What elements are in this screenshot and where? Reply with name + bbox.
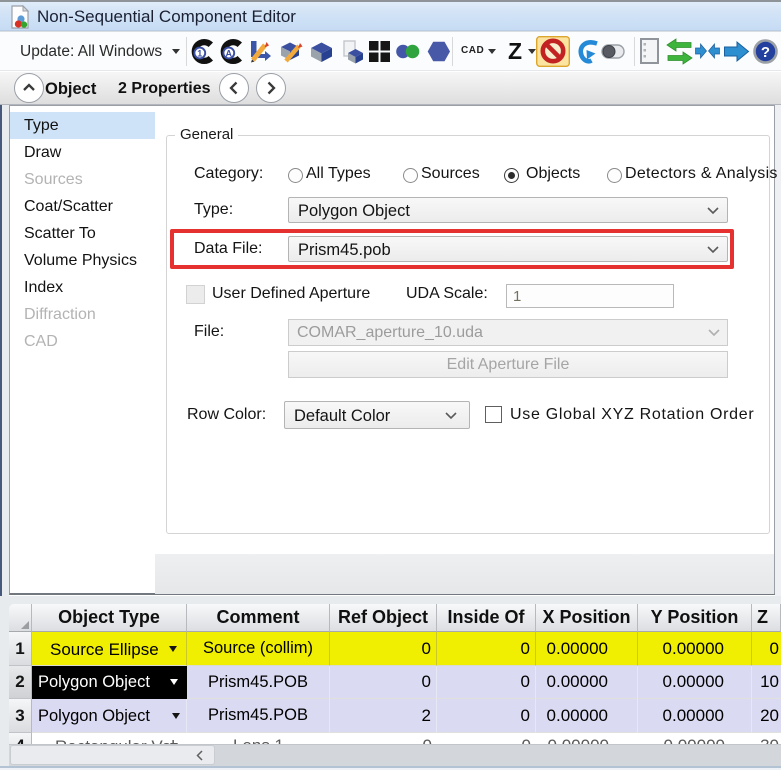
svg-text:?: ?: [761, 44, 770, 61]
svg-text:1: 1: [197, 48, 202, 58]
svg-text:A: A: [226, 48, 233, 58]
